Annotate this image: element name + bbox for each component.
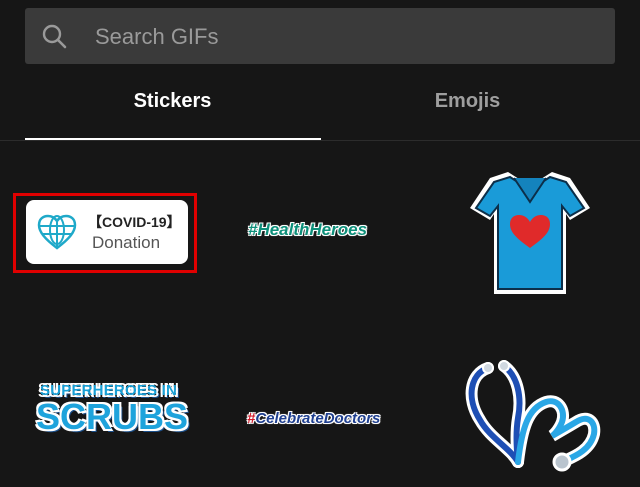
sticker-scrubs-shirt[interactable] — [466, 168, 594, 300]
donation-label-top: 【COVID-19】 — [88, 214, 181, 230]
tabs-divider — [0, 140, 640, 141]
sticker-stethoscope[interactable] — [458, 358, 606, 474]
search-icon — [42, 24, 67, 49]
sticker-health-heroes[interactable]: #HealthHeroes — [247, 220, 367, 240]
tab-bar: Stickers Emojis — [0, 64, 640, 142]
sticker-superheroes-scrubs[interactable]: SUPERHEROES IN SCRUBS — [36, 382, 189, 437]
globe-heart-icon — [37, 214, 77, 250]
tab-stickers[interactable]: Stickers — [25, 64, 320, 139]
search-bar[interactable] — [25, 8, 615, 66]
donation-label-bottom: Donation — [92, 233, 161, 252]
scrubs-text: SCRUBS — [36, 396, 189, 437]
tab-emojis[interactable]: Emojis — [320, 64, 615, 139]
search-input[interactable] — [93, 8, 597, 66]
sticker-celebrate-doctors[interactable]: #CelebrateDoctors — [246, 410, 381, 428]
scrubs-heart-icon — [470, 172, 590, 294]
celebrate-text: CelebrateDoctors — [255, 410, 381, 428]
stethoscope-heart-icon — [465, 360, 601, 472]
sticker-covid-donation[interactable]: 【COVID-19】 Donation — [26, 200, 188, 264]
